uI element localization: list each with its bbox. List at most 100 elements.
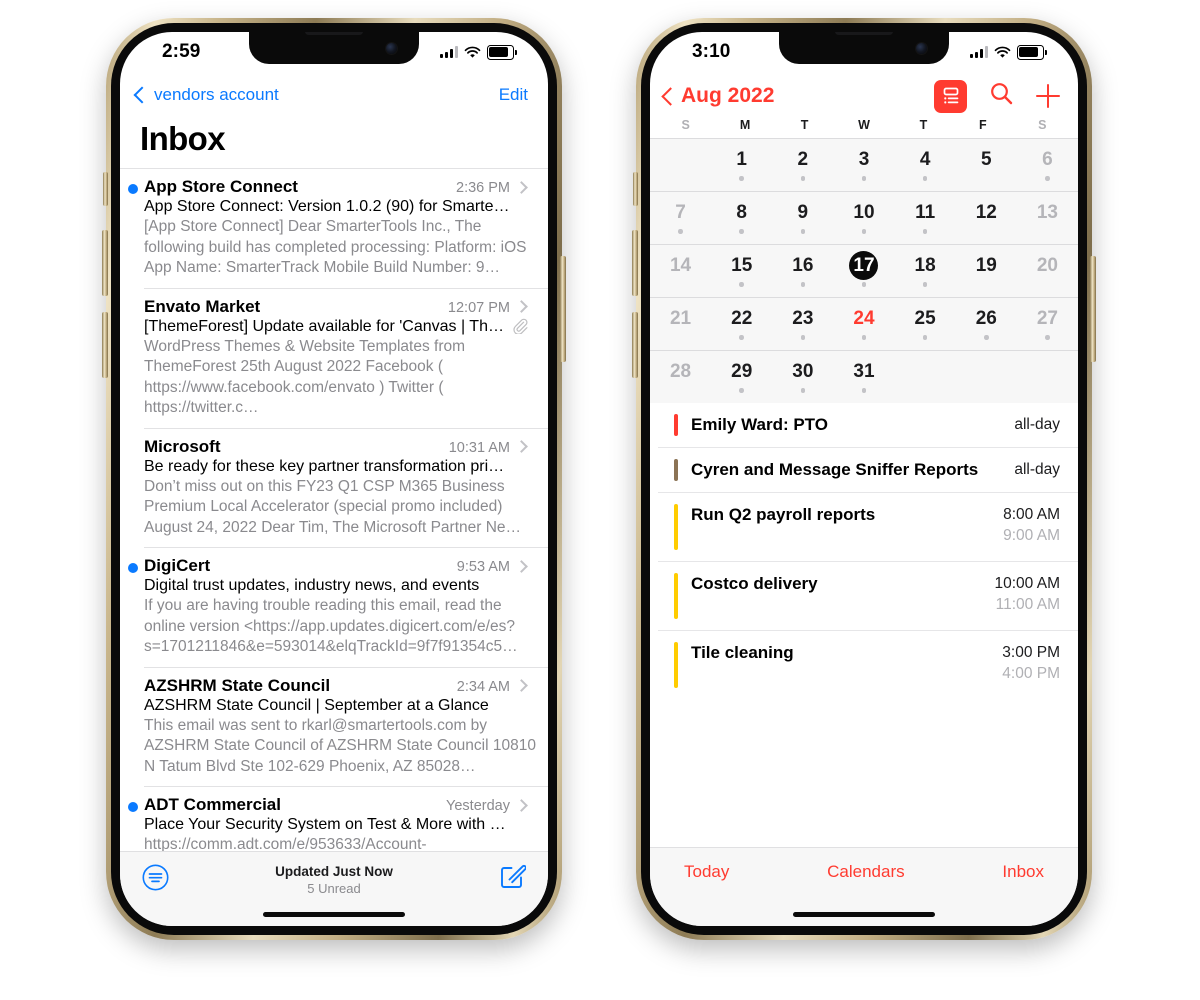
calendar-day-cell[interactable]: 1 <box>711 139 772 191</box>
calendar-day-cell[interactable]: 28 <box>650 351 711 403</box>
mail-sender: ADT Commercial <box>144 795 281 814</box>
calendar-day-cell[interactable]: 29 <box>711 351 772 403</box>
notch <box>249 32 419 64</box>
mail-subject: Place Your Security System on Test & Mor… <box>144 816 512 833</box>
event-color-bar <box>674 573 678 619</box>
calendar-day-number: 28 <box>669 361 692 382</box>
volume-up-button[interactable] <box>102 230 108 296</box>
mail-status: Updated Just Now 5 Unread <box>120 864 548 896</box>
calendar-day-cell[interactable]: 27 <box>1017 298 1078 350</box>
event-times: 8:00 AM 9:00 AM <box>1003 504 1060 546</box>
status-time: 2:59 <box>162 41 201 62</box>
calendar-day-cell[interactable]: 13 <box>1017 192 1078 244</box>
back-button[interactable]: vendors account <box>133 85 279 105</box>
weekday-header: W <box>858 118 870 132</box>
chevron-right-icon <box>515 180 528 194</box>
calendar-day-cell[interactable]: 4 <box>895 139 956 191</box>
calendar-event-dot <box>739 388 744 393</box>
weekday-header: S <box>681 118 690 132</box>
calendar-event-dot <box>800 388 806 393</box>
mail-sender: Envato Market <box>144 296 261 316</box>
volume-up-button[interactable] <box>632 230 638 296</box>
month-back-button[interactable]: Aug 2022 <box>661 84 774 108</box>
calendar-day-cell[interactable]: 14 <box>650 245 711 297</box>
iphone-calendar: 3:10 Aug 2022 S M T W T F S 1 2 3 4 5 6 … <box>632 18 1096 940</box>
volume-down-button[interactable] <box>102 312 108 378</box>
mail-list-item[interactable]: Envato Market 12:07 PM [ThemeForest] Updat… <box>144 289 548 429</box>
calendar-day-cell[interactable]: 12 <box>956 192 1017 244</box>
mail-list-item[interactable]: App Store Connect 2:36 PM App Store Connec… <box>128 169 548 289</box>
calendar-event-dot <box>739 176 744 181</box>
add-event-button[interactable] <box>1036 84 1060 108</box>
list-view-icon <box>943 87 958 104</box>
calendar-day-cell[interactable]: 15 <box>711 245 772 297</box>
calendar-day-cell[interactable]: 9 <box>772 192 833 244</box>
calendar-day-cell[interactable]: 31 <box>833 351 894 403</box>
calendar-day-cell[interactable]: 2 <box>772 139 833 191</box>
today-button[interactable]: Today <box>684 862 729 882</box>
mute-switch[interactable] <box>103 172 108 206</box>
calendar-day-number: 16 <box>792 255 814 276</box>
wifi-icon <box>994 46 1011 58</box>
calendar-day-cell[interactable]: 10 <box>833 192 894 244</box>
calendar-day-cell[interactable]: 17 <box>833 245 894 297</box>
status-indicators <box>439 45 517 60</box>
calendar-event-item[interactable]: Emily Ward: PTO all-day <box>658 403 1078 448</box>
weekday-header: S <box>1038 118 1047 132</box>
calendar-day-number: 20 <box>1036 255 1058 276</box>
calendar-day-cell[interactable]: 6 <box>1017 139 1078 191</box>
calendar-event-item[interactable]: Tile cleaning 3:00 PM 4:00 PM <box>658 631 1078 699</box>
calendar-day-number: 6 <box>1042 149 1053 170</box>
calendar-day-cell[interactable]: 20 <box>1017 245 1078 297</box>
volume-down-button[interactable] <box>632 312 638 378</box>
mail-screen: 2:59 vendors account Edit Inbox App Stor… <box>120 32 548 926</box>
event-title: Costco delivery <box>691 574 818 593</box>
compose-button[interactable] <box>499 863 527 895</box>
calendar-day-number: 13 <box>1036 202 1058 223</box>
mail-list-item[interactable]: AZSHRM State Council 2:34 AM AZSHRM State … <box>144 668 548 787</box>
weekday-header: M <box>739 118 751 132</box>
mail-list-item[interactable]: DigiCert 9:53 AM Digital trust updates, in… <box>128 548 548 668</box>
calendars-button[interactable]: Calendars <box>827 862 905 882</box>
calendar-day-number: 2 <box>797 149 809 170</box>
weekday-header: T <box>800 118 809 132</box>
calendar-day-cell[interactable]: 30 <box>772 351 833 403</box>
calendar-day-cell[interactable]: 5 <box>956 139 1017 191</box>
calendar-day-cell[interactable]: 3 <box>833 139 894 191</box>
calendar-day-cell[interactable]: 19 <box>956 245 1017 297</box>
calendar-event-item[interactable]: Run Q2 payroll reports 8:00 AM 9:00 AM <box>658 493 1078 562</box>
mail-list-item[interactable]: Microsoft 10:31 AM Be ready for these key … <box>144 429 548 548</box>
calendar-day-cell[interactable]: 21 <box>650 298 711 350</box>
list-view-button[interactable] <box>934 79 967 113</box>
power-button[interactable] <box>1090 256 1096 362</box>
home-indicator[interactable] <box>263 912 405 917</box>
calendar-event-dot <box>739 335 744 340</box>
calendar-day-cell[interactable]: 8 <box>711 192 772 244</box>
chevron-left-icon <box>661 86 680 106</box>
calendar-day-cell[interactable]: 11 <box>895 192 956 244</box>
calendar-day-cell[interactable]: 23 <box>772 298 833 350</box>
calendar-day-cell[interactable]: 18 <box>895 245 956 297</box>
calendar-day-cell[interactable]: 22 <box>711 298 772 350</box>
calendar-day-cell[interactable]: 7 <box>650 192 711 244</box>
calendar-day-cell[interactable]: 26 <box>956 298 1017 350</box>
calendar-day-number: 18 <box>914 255 936 276</box>
event-times: all-day <box>1014 414 1060 435</box>
calendar-day-cell[interactable]: 25 <box>895 298 956 350</box>
calendar-event-item[interactable]: Cyren and Message Sniffer Reports all-day <box>658 448 1078 493</box>
search-button[interactable] <box>989 81 1014 111</box>
calendar-day-number: 30 <box>792 361 814 382</box>
calendar-day-cell[interactable]: 16 <box>772 245 833 297</box>
wifi-icon <box>464 46 481 58</box>
home-indicator[interactable] <box>793 912 935 917</box>
edit-button[interactable]: Edit <box>499 85 528 105</box>
calendar-event-dot <box>739 282 744 287</box>
calendar-day-number: 11 <box>915 202 936 223</box>
mail-preview: Don’t miss out on this FY23 Q1 CSP M365 … <box>144 477 522 536</box>
mute-switch[interactable] <box>633 172 638 206</box>
power-button[interactable] <box>560 256 566 362</box>
inbox-button[interactable]: Inbox <box>1002 862 1044 882</box>
event-title: Emily Ward: PTO <box>691 415 828 434</box>
calendar-day-cell[interactable]: 24 <box>833 298 894 350</box>
calendar-event-item[interactable]: Costco delivery 10:00 AM 11:00 AM <box>658 562 1078 631</box>
